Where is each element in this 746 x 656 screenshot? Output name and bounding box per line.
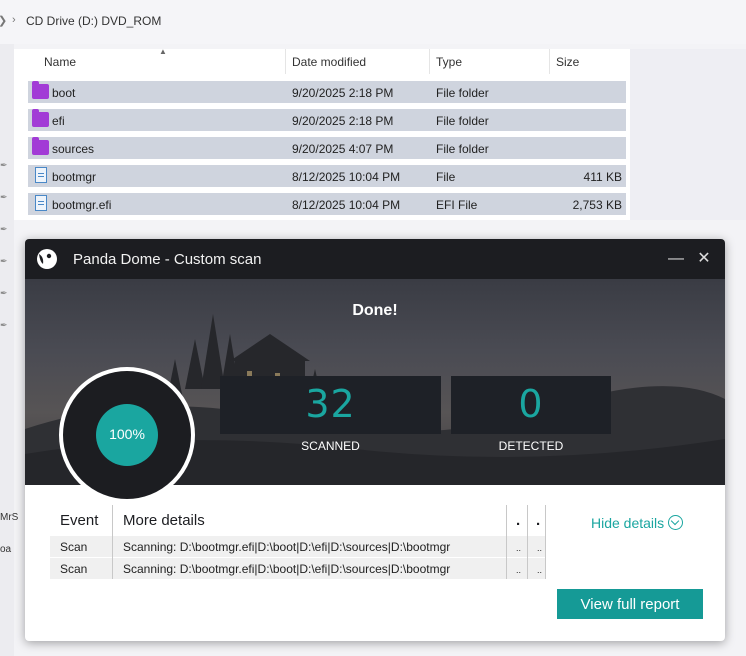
detected-count: 0 xyxy=(518,382,544,426)
file-name: boot xyxy=(52,86,76,100)
file-row[interactable]: boot 9/20/2025 2:18 PM File folder xyxy=(28,81,626,103)
detected-label: DETECTED xyxy=(498,439,564,453)
column-header-3[interactable]: . xyxy=(516,512,520,529)
breadcrumb-path[interactable]: CD Drive (D:) DVD_ROM xyxy=(26,14,161,28)
file-row[interactable]: efi 9/20/2025 2:18 PM File folder xyxy=(28,109,626,131)
title-bar[interactable]: Panda Dome - Custom scan — ✕ xyxy=(25,239,725,279)
extra-cell: .. xyxy=(537,543,543,553)
close-icon[interactable]: ✕ xyxy=(694,249,714,269)
panda-logo-icon xyxy=(37,249,57,269)
pin-icon: ✒ xyxy=(0,320,8,330)
file-type: File folder xyxy=(436,86,489,100)
file-icon xyxy=(35,167,47,183)
column-header-size[interactable]: Size xyxy=(556,55,579,69)
file-type: File xyxy=(436,170,456,184)
chevron-down-circle-icon xyxy=(668,515,684,530)
scanned-count: 32 xyxy=(305,382,356,426)
details-cell: Scanning: D:\bootmgr.efi|D:\boot|D:\efi|… xyxy=(123,562,451,576)
column-headers: ▲ Name Date modified Type Size xyxy=(14,47,630,75)
file-date: 9/20/2025 2:18 PM xyxy=(292,114,394,128)
scanned-counter: 32 xyxy=(220,376,441,434)
explorer-empty-area xyxy=(630,49,746,220)
file-type: File folder xyxy=(436,114,489,128)
column-header-type[interactable]: Type xyxy=(436,55,462,69)
column-divider xyxy=(112,505,113,579)
table-row[interactable]: Scan Scanning: D:\bootmgr.efi|D:\boot|D:… xyxy=(50,558,546,579)
event-cell: Scan xyxy=(60,540,88,554)
file-date: 9/20/2025 2:18 PM xyxy=(292,86,394,100)
column-header-details[interactable]: More details xyxy=(123,512,205,529)
table-row[interactable]: Scan Scanning: D:\bootmgr.efi|D:\boot|D:… xyxy=(50,536,546,557)
extra-cell: .. xyxy=(516,565,522,575)
file-name: bootmgr.efi xyxy=(52,198,112,212)
file-size: 2,753 KB xyxy=(572,198,622,212)
pin-icon: ✒ xyxy=(0,160,8,170)
folder-icon xyxy=(32,137,49,155)
column-divider[interactable] xyxy=(285,49,286,74)
file-name: bootmgr xyxy=(52,170,97,184)
chevron-right-icon: › xyxy=(12,14,16,26)
hide-details-label: Hide details xyxy=(591,515,665,531)
column-divider[interactable] xyxy=(429,49,430,74)
minimize-button[interactable]: — xyxy=(666,249,686,269)
file-name: sources xyxy=(52,142,95,156)
breadcrumb: ❯ › CD Drive (D:) DVD_ROM xyxy=(0,0,746,44)
detected-counter: 0 xyxy=(451,376,611,434)
file-date: 9/20/2025 4:07 PM xyxy=(292,142,394,156)
hide-details-link[interactable]: Hide details xyxy=(591,513,684,531)
column-header-event[interactable]: Event xyxy=(60,512,98,529)
file-size: 411 KB xyxy=(583,170,622,184)
file-icon xyxy=(35,195,47,211)
file-row[interactable]: bootmgr.efi 8/12/2025 10:04 PM EFI File … xyxy=(28,193,626,215)
file-name: efi xyxy=(52,114,65,128)
navigation-pane: ✒ ✒ ✒ ✒ ✒ ✒ MrS oa xyxy=(0,44,18,656)
column-divider xyxy=(506,505,507,579)
folder-icon xyxy=(32,109,49,127)
nav-item-fragment[interactable]: oa xyxy=(0,544,11,555)
column-divider xyxy=(527,505,528,579)
column-header-date[interactable]: Date modified xyxy=(292,55,366,69)
window-title: Panda Dome - Custom scan xyxy=(73,251,262,268)
extra-cell: .. xyxy=(516,543,522,553)
column-divider xyxy=(545,505,546,579)
file-type: File folder xyxy=(436,142,489,156)
column-header-name[interactable]: Name xyxy=(44,55,76,69)
sort-up-icon: ▲ xyxy=(159,47,167,56)
event-table-header: Event More details . . xyxy=(50,505,546,535)
details-cell: Scanning: D:\bootmgr.efi|D:\boot|D:\efi|… xyxy=(123,540,451,554)
nav-item-fragment[interactable]: MrS xyxy=(0,512,18,523)
progress-indicator: 100% xyxy=(96,404,158,466)
pin-icon: ✒ xyxy=(0,192,8,202)
scanned-label: SCANNED xyxy=(301,439,360,453)
file-type: EFI File xyxy=(436,198,478,212)
progress-ring: 100% xyxy=(59,367,195,503)
file-row[interactable]: sources 9/20/2025 4:07 PM File folder xyxy=(28,137,626,159)
extra-cell: .. xyxy=(537,565,543,575)
progress-percent: 100% xyxy=(109,426,145,442)
pin-icon: ✒ xyxy=(0,256,8,266)
file-row[interactable]: bootmgr 8/12/2025 10:04 PM File 411 KB xyxy=(28,165,626,187)
pin-icon: ✒ xyxy=(0,224,8,234)
panda-dome-window: Panda Dome - Custom scan — ✕ Done! 32 0 … xyxy=(25,239,725,641)
column-header-4[interactable]: . xyxy=(536,512,540,529)
column-divider[interactable] xyxy=(549,49,550,74)
pin-icon: ✒ xyxy=(0,288,8,298)
view-full-report-button[interactable]: View full report xyxy=(557,589,703,619)
chevron-right-icon: ❯ xyxy=(0,14,7,27)
folder-icon xyxy=(32,81,49,99)
scan-status-text: Done! xyxy=(352,302,398,319)
file-list: boot 9/20/2025 2:18 PM File folder efi 9… xyxy=(14,74,630,220)
event-cell: Scan xyxy=(60,562,88,576)
file-date: 8/12/2025 10:04 PM xyxy=(292,198,401,212)
file-date: 8/12/2025 10:04 PM xyxy=(292,170,401,184)
